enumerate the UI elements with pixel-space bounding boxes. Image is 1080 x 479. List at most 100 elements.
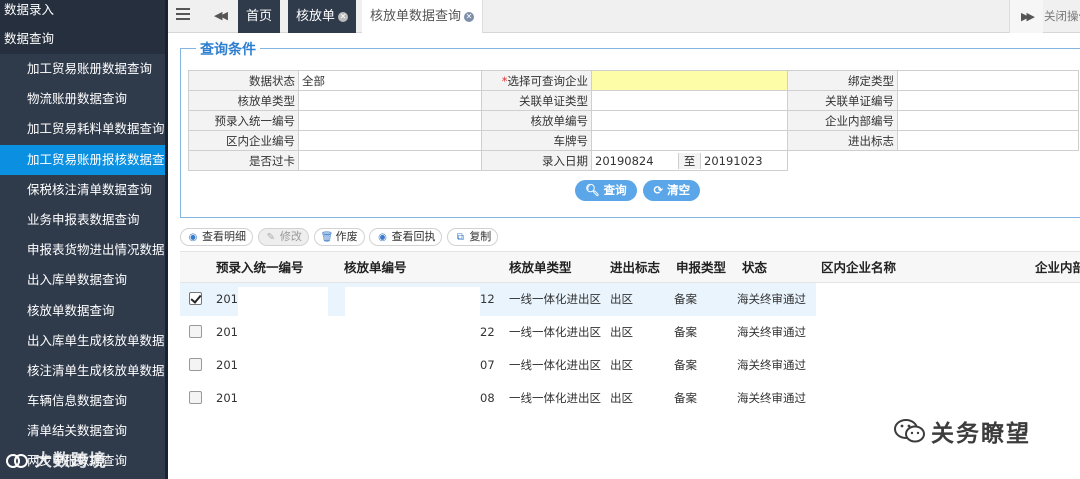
sidebar-item-vehicle-query[interactable]: 车辆信息数据查询 — [0, 386, 165, 416]
sidebar-item-goods-flow-query[interactable]: 申报表货物进出情况数据查询 — [0, 235, 165, 265]
row-checkbox[interactable] — [189, 391, 202, 404]
wechat-watermark-text: 关务瞭望 — [931, 421, 1031, 447]
view-receipt-label: 查看回执 — [391, 230, 436, 243]
eye-icon: ◉ — [188, 232, 198, 243]
sidebar-item-bonded-list-query[interactable]: 保税核注清单数据查询 — [0, 175, 165, 205]
status-cell: 海关终审通过 — [737, 325, 806, 339]
label-release-no: 核放单编号 — [481, 110, 592, 132]
tab-scroll-left-icon[interactable]: ◀◀ — [214, 9, 228, 22]
tab-release-order-query[interactable]: 核放单数据查询 ✕ — [362, 0, 484, 33]
release-no-cell: 07 — [480, 358, 495, 372]
view-detail-button[interactable]: ◉ 查看明细 — [180, 228, 253, 246]
column-header[interactable]: 区内企业名称 — [821, 252, 896, 284]
date-from-input[interactable]: 20190824 — [592, 154, 678, 168]
sidebar-item-business-declaration-query[interactable]: 业务申报表数据查询 — [0, 205, 165, 235]
sidebar-item-book-verification-query[interactable]: 加工贸易账册报核数据查询 — [0, 144, 165, 175]
decl-type-cell: 备案 — [674, 292, 697, 306]
passed-gate-select[interactable] — [298, 150, 482, 172]
brand-logo-icon — [6, 454, 28, 468]
sidebar-item-release-order-query[interactable]: 核放单数据查询 — [0, 296, 165, 326]
label-io-flag: 进出标志 — [787, 130, 898, 152]
release-no-input[interactable] — [591, 110, 788, 132]
tab-close-icon[interactable]: ✕ — [464, 12, 475, 22]
internal-no-input[interactable] — [897, 110, 1079, 132]
enterprise-select[interactable] — [591, 69, 788, 92]
tab-release-order-label: 核放单 — [296, 9, 336, 24]
data-status-select[interactable]: 全部 — [298, 69, 482, 92]
label-release-type: 核放单类型 — [188, 90, 299, 112]
row-checkbox[interactable] — [189, 358, 202, 371]
sidebar-item-trade-book-query[interactable]: 加工贸易账册数据查询 — [0, 54, 165, 84]
search-button[interactable]: 🔍︎ 查询 — [575, 180, 637, 201]
view-receipt-button[interactable]: ◉ 查看回执 — [369, 228, 443, 246]
view-detail-label: 查看明细 — [202, 230, 246, 243]
column-header[interactable]: 状态 — [742, 252, 767, 284]
trash-icon: 🗑︎ — [320, 232, 334, 243]
zone-enterprise-no-input[interactable] — [298, 130, 482, 152]
empty-cell — [898, 151, 1079, 171]
close-operations-menu[interactable]: 关闭操作 — [1044, 0, 1080, 33]
io-flag-cell: 出区 — [610, 292, 633, 306]
grid-toolbar: ◉ 查看明细 ✎ 修改 🗑︎ 作废 ◉ 查看回执 ⧉ 复制 — [180, 228, 499, 248]
tab-release-order-query-label: 核放单数据查询 — [370, 9, 462, 24]
io-flag-cell: 出区 — [610, 391, 633, 405]
search-icon: 🔍︎ — [585, 183, 600, 197]
row-checkbox[interactable] — [189, 292, 202, 305]
row-checkbox[interactable] — [189, 325, 202, 338]
tab-release-order[interactable]: 核放单 ✕ — [288, 0, 357, 33]
release-type-select[interactable] — [298, 90, 482, 112]
release-type-cell: 一线一体化进出区 — [509, 391, 601, 405]
column-header[interactable]: 申报类型 — [676, 252, 726, 284]
label-entry-date: 录入日期 — [481, 150, 592, 172]
modify-button[interactable]: ✎ 修改 — [257, 228, 309, 246]
sidebar-item-warehouse-order-query[interactable]: 出入库单数据查询 — [0, 265, 165, 295]
query-buttons: 🔍︎ 查询 ⟳ 清空 — [575, 180, 703, 201]
pre-entry-no-input[interactable] — [298, 110, 482, 132]
column-header[interactable]: 预录入统一编号 — [216, 252, 304, 284]
sidebar-group-data-entry[interactable]: 数据录入 — [0, 0, 165, 24]
plate-no-input[interactable] — [591, 130, 788, 152]
tab-bar: ◀◀ 首页 核放单✕ 核放单数据查询✕ ▶▶ 关闭操作 — [168, 0, 1080, 33]
menu-toggle-icon[interactable] — [176, 8, 190, 22]
bind-type-select[interactable] — [897, 69, 1079, 92]
related-doc-type-select[interactable] — [591, 90, 788, 112]
void-button[interactable]: 🗑︎ 作废 — [313, 228, 365, 246]
label-related-doc-type: 关联单证类型 — [481, 90, 592, 112]
sidebar-item-list-release-query[interactable]: 核注清单生成核放单数据查询 — [0, 356, 165, 386]
column-header[interactable]: 进出标志 — [610, 252, 660, 284]
related-doc-no-input[interactable] — [897, 90, 1079, 112]
status-cell: 海关终审通过 — [737, 391, 806, 405]
sidebar-item-warehouse-release-query[interactable]: 出入库单生成核放单数据查询 — [0, 326, 165, 356]
clear-button[interactable]: ⟳ 清空 — [643, 180, 701, 201]
label-related-doc-no: 关联单证编号 — [787, 90, 898, 112]
column-header[interactable]: 核放单编号 — [344, 252, 407, 284]
date-to-input[interactable]: 20191023 — [701, 154, 763, 168]
tab-close-icon[interactable]: ✕ — [338, 12, 349, 22]
entry-date-range: 20190824 至 20191023 — [591, 150, 788, 172]
tab-scroll-right-icon[interactable]: ▶▶ — [1009, 0, 1043, 33]
io-flag-cell: 出区 — [610, 358, 633, 372]
refresh-icon: ⟳ — [653, 183, 664, 197]
query-form: 数据状态 全部 *选择可查询企业 绑定类型 核放单类型 关联单证类型 关联单证编… — [188, 69, 1079, 172]
column-header[interactable]: 企业内部编号 — [1035, 252, 1080, 284]
eye-icon: ◉ — [378, 232, 387, 243]
column-header[interactable]: 核放单类型 — [509, 252, 572, 284]
io-flag-select[interactable] — [897, 130, 1079, 152]
modify-label: 修改 — [279, 230, 302, 243]
release-type-cell: 一线一体化进出区 — [509, 358, 601, 372]
watermark-text: 大数跨境 — [34, 451, 107, 471]
release-type-cell: 一线一体化进出区 — [509, 325, 601, 339]
copy-icon: ⧉ — [456, 232, 464, 243]
label-select-enterprise: *选择可查询企业 — [481, 69, 592, 92]
sidebar-item-clearance-query[interactable]: 清单结关数据查询 — [0, 416, 165, 446]
wechat-watermark: 关务瞭望 — [893, 414, 1031, 448]
label-bind-type: 绑定类型 — [787, 69, 898, 92]
sidebar-divider — [165, 0, 168, 479]
sidebar-group-data-query[interactable]: 数据查询 — [0, 24, 165, 54]
search-button-label: 查询 — [603, 183, 627, 197]
tab-home[interactable]: 首页 — [238, 0, 281, 33]
sidebar-item-consumption-query[interactable]: 加工贸易耗料单数据查询 — [0, 114, 165, 144]
sidebar-item-logistics-book-query[interactable]: 物流账册数据查询 — [0, 84, 165, 114]
query-legend: 查询条件 — [196, 39, 260, 59]
copy-button[interactable]: ⧉ 复制 — [447, 228, 499, 246]
